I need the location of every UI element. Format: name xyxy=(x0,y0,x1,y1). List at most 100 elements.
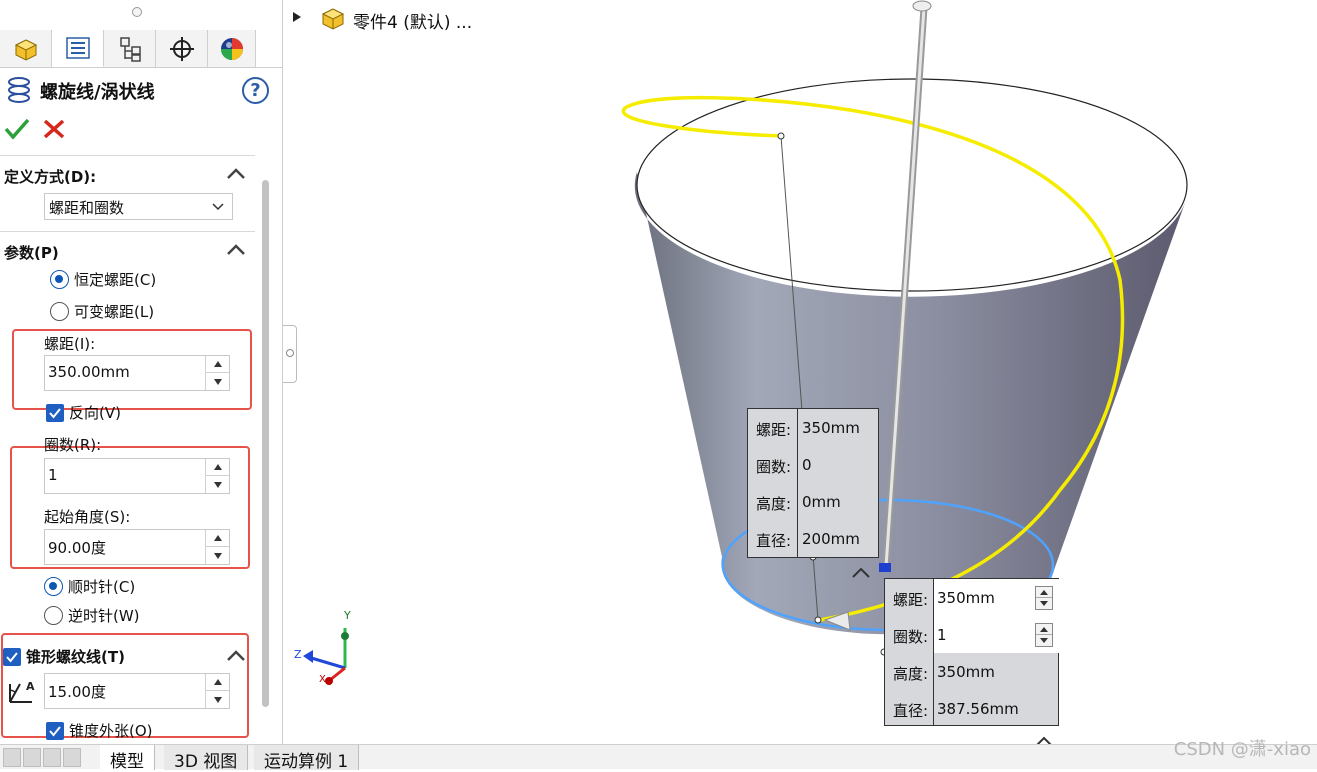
spin-buttons[interactable] xyxy=(205,356,229,390)
spin-up-icon[interactable] xyxy=(206,356,229,373)
tab-display-manager[interactable] xyxy=(208,30,256,67)
definition-section-header[interactable]: 定义方式(D): xyxy=(0,160,255,190)
color-sphere-icon xyxy=(220,37,243,60)
checkbox-checked[interactable] xyxy=(46,403,64,422)
spin-buttons[interactable] xyxy=(205,459,229,493)
chevron-up-icon[interactable] xyxy=(225,242,247,258)
callout-key: 直径: xyxy=(893,702,929,720)
spin-buttons[interactable] xyxy=(205,674,229,708)
callout-key: 螺距: xyxy=(893,591,929,609)
handle-point[interactable] xyxy=(814,616,822,624)
checkbox-label: 锥度外张(O) xyxy=(69,722,153,740)
helix-start-callout[interactable]: 螺距: 350mm 圈数: 0 高度: 0mm 直径: 200mm xyxy=(747,408,879,558)
spin-up-icon[interactable] xyxy=(206,674,229,691)
callout-value: 350mm xyxy=(937,663,995,681)
handle-point[interactable] xyxy=(777,132,785,140)
checkbox-checked[interactable] xyxy=(3,647,21,666)
radio-label: 可变螺距(L) xyxy=(74,303,155,321)
callout-value: 0 xyxy=(802,456,812,474)
revolutions-input[interactable]: 1 xyxy=(44,458,230,494)
ok-check-icon[interactable] xyxy=(4,117,30,141)
triad-z-label: Z xyxy=(294,648,302,661)
taper-outward-checkbox[interactable]: 锥度外张(O) xyxy=(46,720,153,741)
manager-tabbar xyxy=(0,30,283,68)
radio-selected[interactable] xyxy=(50,270,69,289)
pitch-input[interactable]: 350.00mm xyxy=(44,355,230,391)
callout-key: 螺距: xyxy=(756,421,792,439)
tab-feature-manager[interactable] xyxy=(0,30,52,67)
page-title: 螺旋线/涡状线 xyxy=(40,82,155,103)
svg-text:A: A xyxy=(26,680,35,693)
triad-y-knob xyxy=(341,632,349,640)
cancel-x-icon[interactable] xyxy=(42,118,66,140)
callout-key: 高度: xyxy=(756,495,792,513)
radio-selected[interactable] xyxy=(44,577,63,596)
spin-down-icon[interactable] xyxy=(206,547,229,564)
constant-pitch-radio[interactable]: 恒定螺距(C) xyxy=(50,269,156,290)
definition-dropdown[interactable]: 螺距和圈数 xyxy=(44,193,233,220)
counterclockwise-radio[interactable]: 逆时针(W) xyxy=(44,605,140,626)
last-tab-icon[interactable] xyxy=(63,748,81,767)
spin-up-icon[interactable] xyxy=(206,530,229,547)
checkbox-checked[interactable] xyxy=(46,721,64,740)
callout-key: 圈数: xyxy=(756,458,792,476)
checkbox-label: 反向(V) xyxy=(69,404,121,422)
taper-checkbox[interactable]: 锥形螺纹线(T) xyxy=(3,646,125,667)
tab-3d-view[interactable]: 3D 视图 xyxy=(164,745,249,772)
callout-spinner[interactable] xyxy=(1035,586,1053,610)
chevron-up-icon[interactable] xyxy=(225,648,247,664)
configuration-icon xyxy=(119,36,141,62)
start-angle-input[interactable]: 90.00度 xyxy=(44,529,230,565)
helix-end-callout[interactable]: 螺距: 350mm 圈数: 1 高度: 350mm 直径: 387.56mm xyxy=(884,578,1059,726)
spin-down-icon[interactable] xyxy=(206,476,229,493)
radio-unselected[interactable] xyxy=(50,302,69,321)
help-button[interactable]: ? xyxy=(242,77,269,104)
radio-label: 顺时针(C) xyxy=(68,578,136,596)
tab-dimxpert-manager[interactable] xyxy=(156,30,208,67)
rod-arrowhead[interactable] xyxy=(912,0,932,12)
tab-model[interactable]: 模型 xyxy=(100,745,155,772)
callout-key: 直径: xyxy=(756,532,792,550)
next-tab-icon[interactable] xyxy=(43,748,61,767)
reverse-direction-checkbox[interactable]: 反向(V) xyxy=(46,402,121,423)
taper-section-header[interactable]: 锥形螺纹线(T) xyxy=(0,642,255,672)
panel-grip[interactable] xyxy=(132,7,142,17)
prev-tab-icon[interactable] xyxy=(23,748,41,767)
radio-unselected[interactable] xyxy=(44,606,63,625)
callout-key: 圈数: xyxy=(893,628,929,646)
triad-x-axis xyxy=(329,666,346,682)
bottom-tab-bar: 模型 3D 视图 运动算例 1 xyxy=(0,744,1317,772)
panel-scrollbar[interactable] xyxy=(262,180,269,707)
rod-base-handle[interactable] xyxy=(879,563,891,572)
dropdown-value: 螺距和圈数 xyxy=(49,199,125,217)
clockwise-radio[interactable]: 顺时针(C) xyxy=(44,576,135,597)
first-tab-icon[interactable] xyxy=(3,748,21,767)
model-graphics xyxy=(303,0,1188,744)
pitch-value: 350.00mm xyxy=(48,363,130,381)
spin-buttons[interactable] xyxy=(205,530,229,564)
parameters-section-header[interactable]: 参数(P) xyxy=(0,236,255,266)
taper-angle-icon: A xyxy=(9,680,35,703)
panel-splitter-handle[interactable] xyxy=(283,325,297,383)
spin-down-icon[interactable] xyxy=(206,373,229,390)
helix-feature-icon xyxy=(8,77,30,103)
chevron-up-icon[interactable] xyxy=(225,166,247,182)
tab-configuration-manager[interactable] xyxy=(104,30,156,67)
tab-property-manager[interactable] xyxy=(52,30,104,67)
callout-value[interactable]: 1 xyxy=(937,626,947,644)
divider xyxy=(0,231,255,232)
variable-pitch-radio[interactable]: 可变螺距(L) xyxy=(50,301,154,322)
start-angle-value: 90.00度 xyxy=(48,539,106,557)
spin-up-icon[interactable] xyxy=(206,459,229,476)
watermark: CSDN @潇-xiao xyxy=(1173,739,1311,760)
callout-key: 高度: xyxy=(893,665,929,683)
callout-spinner[interactable] xyxy=(1035,623,1053,647)
section-label: 锥形螺纹线(T) xyxy=(26,648,125,666)
tab-motion-study[interactable]: 运动算例 1 xyxy=(254,745,360,772)
callout-value: 200mm xyxy=(802,530,860,548)
callout-value[interactable]: 350mm xyxy=(937,589,995,607)
taper-angle-value: 15.00度 xyxy=(48,683,106,701)
triad-y-label: Y xyxy=(344,609,351,622)
taper-angle-input[interactable]: 15.00度 xyxy=(44,673,230,709)
spin-down-icon[interactable] xyxy=(206,691,229,708)
